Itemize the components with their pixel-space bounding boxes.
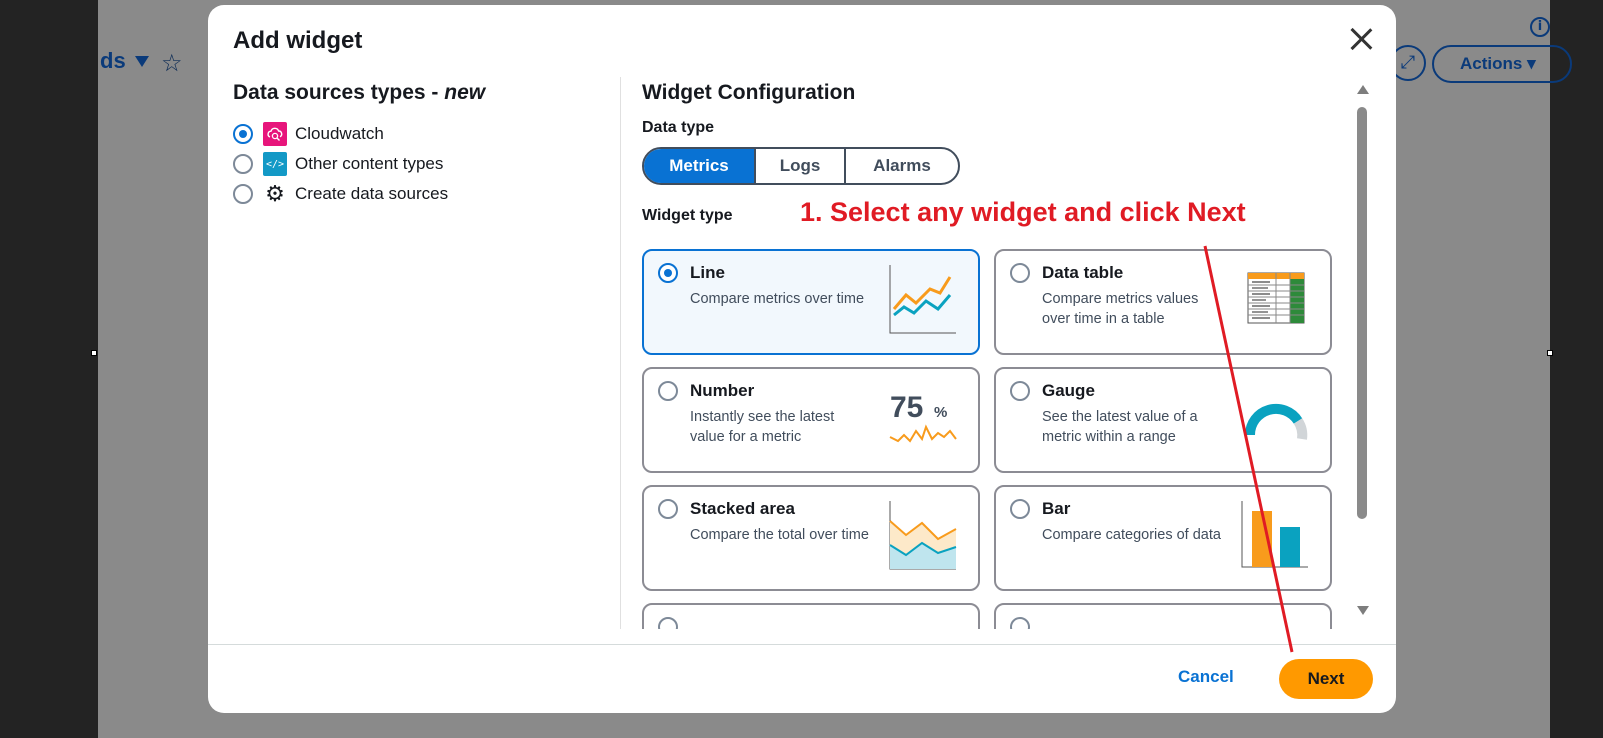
- widget-card-data-table[interactable]: Data table Compare metrics values over t…: [994, 249, 1332, 355]
- data-type-alarms[interactable]: Alarms: [846, 149, 958, 183]
- widget-card-description: Compare categories of data: [1042, 527, 1221, 543]
- widget-card-description: Compare metrics over time: [690, 291, 865, 307]
- star-icon: ☆: [161, 49, 183, 77]
- widget-card-bar[interactable]: Bar Compare categories of data: [994, 485, 1332, 591]
- background-dashboard-title: ds: [100, 48, 126, 73]
- source-option-cloudwatch[interactable]: Cloudwatch: [233, 119, 603, 149]
- widget-list-scrollbar[interactable]: [1355, 85, 1369, 615]
- instruction-annotation: 1. Select any widget and click Next: [800, 197, 1246, 227]
- data-sources-heading: Data sources types - new: [233, 81, 603, 105]
- widget-card-number[interactable]: Number Instantly see the latest value fo…: [642, 367, 980, 473]
- radio-gauge[interactable]: [1010, 381, 1030, 401]
- number-art-unit: %: [934, 404, 947, 421]
- scrollbar-thumb[interactable]: [1357, 107, 1367, 519]
- widget-card-gauge[interactable]: Gauge See the latest value of a metric w…: [994, 367, 1332, 473]
- radio-stacked-area[interactable]: [658, 499, 678, 519]
- widget-card-partial[interactable]: [642, 603, 980, 629]
- line-chart-icon: [889, 265, 956, 334]
- widget-card-title: Number: [690, 381, 755, 400]
- pane-divider: [620, 77, 621, 629]
- widget-card-title: Stacked area: [690, 499, 795, 518]
- radio-create-data-sources[interactable]: [233, 184, 253, 204]
- data-sources-pane: Data sources types - new Cloudwatch </> …: [233, 81, 603, 209]
- radio-data-table[interactable]: [1010, 263, 1030, 283]
- source-option-other-content[interactable]: </> Other content types: [233, 149, 603, 179]
- widget-card-description: Instantly see the latest value for a met…: [690, 409, 835, 445]
- gear-icon: ⚙: [265, 181, 285, 206]
- resize-handle: [91, 350, 97, 356]
- info-icon: i: [1530, 17, 1550, 37]
- next-button[interactable]: Next: [1279, 659, 1373, 699]
- widget-configuration-pane: Widget Configuration Data type Metrics L…: [642, 81, 1332, 629]
- data-table-icon: [1247, 272, 1305, 324]
- stacked-area-icon: [889, 501, 957, 570]
- radio-cloudwatch[interactable]: [233, 124, 253, 144]
- close-icon[interactable]: [1345, 23, 1377, 55]
- radio-partial[interactable]: [658, 617, 678, 629]
- bar-chart-icon: [1241, 501, 1308, 568]
- widget-card-title: Bar: [1042, 499, 1071, 518]
- data-type-segmented-control: Metrics Logs Alarms: [642, 147, 960, 185]
- widget-card-title: Data table: [1042, 263, 1124, 282]
- radio-bar[interactable]: [1010, 499, 1030, 519]
- widget-card-description: Compare the total over time: [690, 527, 869, 543]
- background-actions-button: Actions ▾: [1432, 45, 1572, 83]
- widget-configuration-heading: Widget Configuration: [642, 81, 856, 104]
- widget-card-title: Gauge: [1042, 381, 1095, 400]
- radio-number[interactable]: [658, 381, 678, 401]
- radio-line[interactable]: [658, 263, 678, 283]
- radio-other-content[interactable]: [233, 154, 253, 174]
- radio-partial[interactable]: [1010, 617, 1030, 629]
- data-type-label: Data type: [642, 119, 715, 136]
- data-sources-heading-text: Data sources types -: [233, 81, 445, 104]
- widget-card-description: Compare metrics values over time in a ta…: [1042, 291, 1199, 327]
- scroll-down-icon[interactable]: [1357, 606, 1369, 615]
- actions-label: Actions: [1460, 54, 1523, 73]
- footer-divider: [208, 644, 1396, 645]
- data-sources-heading-new: new: [444, 81, 486, 104]
- background-left-edge: [0, 0, 98, 738]
- widget-card-stacked-area[interactable]: Stacked area Compare the total over time: [642, 485, 980, 591]
- scroll-up-icon[interactable]: [1357, 85, 1369, 94]
- caret-down-icon: [135, 56, 149, 67]
- modal-title: Add widget: [233, 27, 363, 54]
- gauge-icon: [1244, 403, 1308, 440]
- data-type-logs[interactable]: Logs: [756, 149, 846, 183]
- source-label: Other content types: [295, 154, 444, 173]
- widget-type-row: Widget type 1. Select any widget and cli…: [642, 197, 1332, 229]
- source-label: Create data sources: [295, 184, 449, 203]
- widget-card-partial[interactable]: [994, 603, 1332, 629]
- widget-card-description: See the latest value of a metric within …: [1042, 409, 1198, 445]
- background-right-edge: [1550, 0, 1603, 738]
- add-widget-modal: Add widget Data sources types - new Clou…: [208, 5, 1396, 713]
- source-label: Cloudwatch: [295, 124, 384, 143]
- number-icon: 75 %: [889, 391, 957, 443]
- code-icon: </>: [263, 152, 287, 176]
- number-art-value: 75: [890, 391, 923, 424]
- cloudwatch-icon: [263, 122, 287, 146]
- data-type-metrics[interactable]: Metrics: [644, 149, 756, 183]
- cancel-button[interactable]: Cancel: [1178, 667, 1234, 687]
- widget-card-line[interactable]: Line Compare metrics over time: [642, 249, 980, 355]
- widget-card-title: Line: [690, 263, 725, 282]
- source-option-create-data-sources[interactable]: ⚙ Create data sources: [233, 179, 603, 209]
- resize-handle: [1547, 350, 1553, 356]
